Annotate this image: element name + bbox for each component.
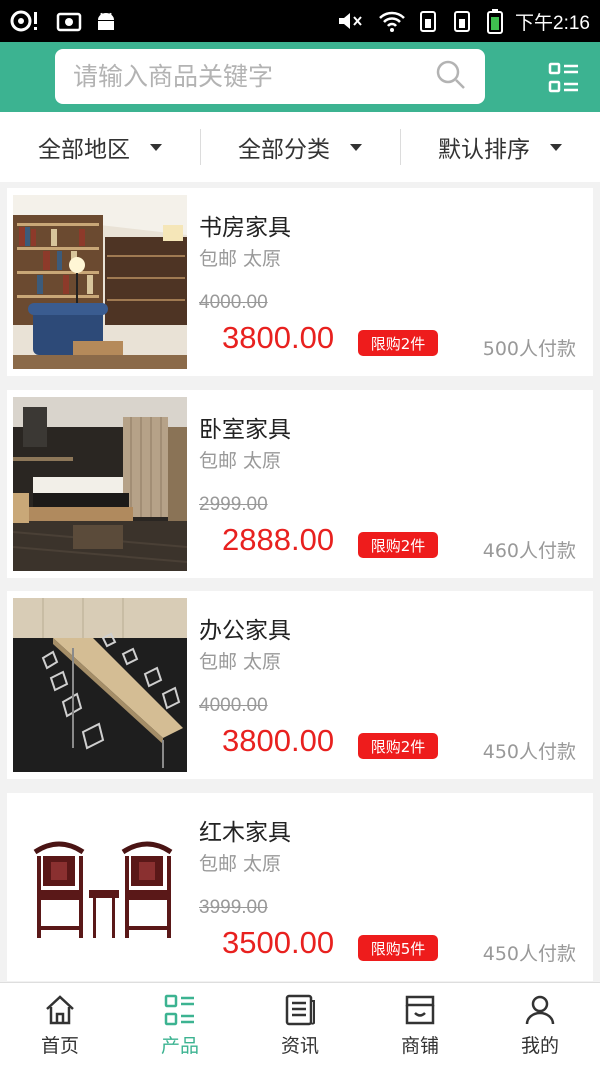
filter-region-label: 全部地区	[38, 137, 130, 163]
product-card[interactable]: 书房家具 包邮 太原 4000.00 3800.00 限购2件 500人付款	[7, 188, 593, 376]
profile-icon	[525, 995, 555, 1024]
product-card[interactable]: 卧室家具 包邮 太原 2999.00 2888.00 限购2件 460人付款	[7, 390, 593, 578]
caret-down-icon	[550, 143, 562, 151]
nav-news-label: 资讯	[280, 1034, 319, 1057]
store-icon	[405, 995, 435, 1024]
nav-stores[interactable]: 商铺	[360, 983, 480, 1067]
product-shipping-location: 包邮 太原	[199, 248, 282, 270]
purchase-limit-badge: 限购2件	[358, 532, 438, 558]
product-title[interactable]: 办公家具	[199, 611, 291, 645]
notification-icon	[10, 9, 44, 33]
search-box[interactable]	[55, 49, 485, 104]
product-original-price: 3999.00	[199, 897, 268, 918]
nav-stores-label: 商铺	[400, 1034, 439, 1057]
search-icon[interactable]	[435, 59, 467, 95]
purchase-limit-badge: 限购2件	[358, 330, 438, 356]
product-image-study[interactable]	[13, 195, 187, 369]
filter-bar: 全部地区 全部分类 默认排序	[0, 112, 600, 182]
mute-icon	[337, 9, 365, 33]
android-icon	[94, 9, 118, 33]
product-title[interactable]: 卧室家具	[199, 410, 291, 444]
filter-category-label: 全部分类	[238, 137, 330, 163]
product-sales-count: 460人付款	[482, 540, 576, 562]
product-shipping-location: 包邮 太原	[199, 651, 282, 673]
product-price: 3800.00	[222, 320, 335, 355]
nav-profile-label: 我的	[520, 1034, 559, 1057]
product-price: 2888.00	[222, 522, 335, 557]
caret-down-icon	[150, 143, 162, 151]
product-original-price: 2999.00	[199, 494, 268, 515]
product-title[interactable]: 书房家具	[199, 208, 291, 242]
nav-home[interactable]: 首页	[0, 983, 120, 1067]
caret-down-icon	[350, 143, 362, 151]
filter-sort-label: 默认排序	[438, 137, 530, 163]
purchase-limit-badge: 限购2件	[358, 733, 438, 759]
sim1-signal-icon	[419, 9, 441, 33]
purchase-limit-badge: 限购5件	[358, 935, 438, 961]
product-image-rosewood[interactable]	[13, 800, 187, 974]
product-shipping-location: 包邮 太原	[199, 853, 282, 875]
wifi-icon	[377, 9, 407, 33]
product-image-office[interactable]	[13, 598, 187, 772]
nav-profile[interactable]: 我的	[480, 983, 600, 1067]
screenshot-icon	[56, 9, 82, 33]
nav-products-label: 产品	[160, 1034, 199, 1057]
nav-home-label: 首页	[40, 1034, 79, 1057]
product-image-bedroom[interactable]	[13, 397, 187, 571]
nav-news[interactable]: 资讯	[240, 983, 360, 1067]
search-header	[0, 42, 600, 112]
bottom-nav: 首页 产品 资讯 商铺 我的	[0, 982, 600, 1067]
product-sales-count: 450人付款	[482, 943, 576, 965]
filter-region[interactable]: 全部地区	[0, 129, 200, 165]
products-icon	[164, 994, 194, 1025]
product-card[interactable]: 办公家具 包邮 太原 4000.00 3800.00 限购2件 450人付款	[7, 591, 593, 779]
product-price: 3500.00	[222, 925, 335, 960]
news-icon	[285, 994, 315, 1025]
category-menu-icon[interactable]	[548, 62, 580, 94]
product-shipping-location: 包邮 太原	[199, 450, 282, 472]
product-original-price: 4000.00	[199, 292, 268, 313]
product-card[interactable]: 红木家具 包邮 太原 3999.00 3500.00 限购5件 450人付款	[7, 793, 593, 981]
sim2-signal-icon	[453, 9, 475, 33]
clock: 下午2:16	[515, 12, 590, 34]
filter-sort[interactable]: 默认排序	[400, 129, 600, 165]
search-input[interactable]	[73, 62, 435, 91]
status-bar: 下午2:16	[0, 0, 600, 42]
product-original-price: 4000.00	[199, 695, 268, 716]
home-icon	[46, 994, 74, 1024]
product-sales-count: 500人付款	[482, 338, 576, 360]
product-price: 3800.00	[222, 723, 335, 758]
product-title[interactable]: 红木家具	[199, 813, 291, 847]
product-sales-count: 450人付款	[482, 741, 576, 763]
battery-icon	[487, 8, 504, 34]
nav-products[interactable]: 产品	[120, 983, 240, 1067]
filter-category[interactable]: 全部分类	[200, 129, 400, 165]
